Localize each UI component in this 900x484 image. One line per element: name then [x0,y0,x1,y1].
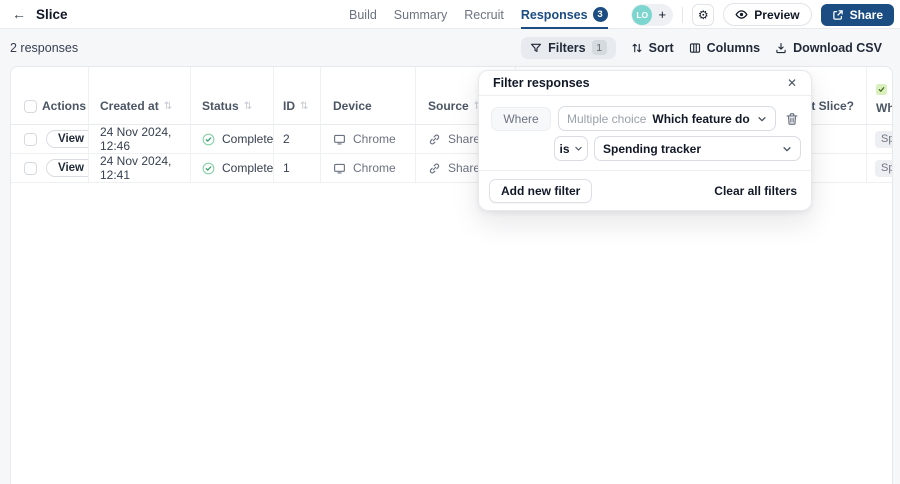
completed-check-icon [202,133,215,146]
download-icon [775,42,787,54]
collaborators-pill: LO + [631,3,674,26]
top-bar: ← Slice Build Summary Recruit Responses … [0,0,900,29]
divider [682,6,684,23]
clear-all-filters-button[interactable]: Clear all filters [714,184,797,198]
source-value: Share [448,161,481,175]
tab-recruit-label: Recruit [464,7,504,22]
preview-button[interactable]: Preview [723,3,812,26]
created-at-value: 24 Nov 2024, 12:41 [100,154,172,182]
status-value: Completed [222,161,274,175]
created-at-value: 24 Nov 2024, 12:46 [100,125,172,153]
monitor-icon [333,133,346,146]
responses-count-badge: 3 [592,7,608,22]
monitor-icon [333,162,346,175]
link-icon [428,133,441,146]
chevron-down-icon [757,114,767,124]
filters-button[interactable]: Filters 1 [521,36,616,59]
sort-label: Sort [648,40,674,55]
share-icon [832,9,844,21]
header-created-at[interactable]: Created at [100,99,159,113]
share-button[interactable]: Share [820,3,894,26]
header-id[interactable]: ID [283,99,295,113]
answer-badge: Spending tracker [875,130,892,148]
answer-badge: Spending tracker [875,159,892,177]
tab-summary-label: Summary [393,7,448,22]
download-csv-label: Download CSV [793,40,882,55]
close-icon[interactable]: ✕ [787,77,797,89]
device-value: Chrome [353,132,396,146]
add-new-filter-button[interactable]: Add new filter [489,178,593,203]
trash-icon[interactable] [785,112,799,126]
eye-icon [735,8,748,21]
multiple-choice-question-icon [876,84,887,95]
preview-label: Preview [754,7,800,22]
completed-check-icon [202,162,215,175]
header-question-which-feature: Which feature do you use mo... [876,101,892,115]
sort-button[interactable]: Sort [631,41,674,55]
tab-recruit[interactable]: Recruit [464,0,504,29]
row-checkbox[interactable] [24,161,37,175]
gear-icon: ⚙ [697,7,709,22]
filter-value-dropdown[interactable]: Spending tracker [594,136,801,161]
share-label: Share [849,7,883,22]
responses-toolbar: 2 responses Filters 1 Sort Columns Downl… [0,29,900,66]
tab-responses-label: Responses [520,7,588,22]
view-response-button[interactable]: View [46,130,88,148]
filter-value-label: Spending tracker [603,141,702,156]
sort-icon [631,42,643,54]
header-actions: Actions [42,99,87,113]
id-value: 2 [283,132,290,146]
back-icon[interactable]: ← [12,7,26,21]
chevron-down-icon [782,144,792,154]
row-checkbox[interactable] [24,132,37,146]
header-status[interactable]: Status [202,99,239,113]
id-value: 1 [283,161,290,175]
field-type-label: Multiple choice [567,111,647,126]
settings-button[interactable]: ⚙ [692,3,715,26]
tab-build[interactable]: Build [349,0,377,29]
source-value: Share [448,132,481,146]
device-value: Chrome [353,161,396,175]
where-label: Where [491,106,551,131]
select-all-checkbox[interactable] [24,99,37,113]
filter-operator-dropdown[interactable]: is [554,136,588,161]
sort-arrows-icon[interactable]: ⇅ [164,101,172,112]
status-value: Completed [222,132,274,146]
columns-label: Columns [706,40,761,55]
dialog-title: Filter responses [493,76,590,90]
responses-count-text: 2 responses [10,40,79,55]
sort-arrows-icon[interactable]: ⇅ [244,101,252,112]
chevron-down-icon [574,144,583,153]
field-question-label: Which feature do you use mo... [652,111,751,126]
main-nav: Build Summary Recruit Responses 3 [349,0,608,29]
filter-field-dropdown[interactable]: Multiple choice Which feature do you use… [558,106,776,131]
tab-build-label: Build [349,7,377,22]
link-icon [428,162,441,175]
filter-responses-dialog: Filter responses ✕ Where Multiple choice… [478,70,812,211]
header-source[interactable]: Source [428,99,469,113]
tab-responses[interactable]: Responses 3 [520,0,608,29]
funnel-icon [530,42,542,54]
operator-label: is [559,141,570,156]
tab-summary[interactable]: Summary [394,0,447,29]
columns-button[interactable]: Columns [689,41,760,55]
columns-icon [689,42,701,54]
add-collaborator-button[interactable]: + [652,5,672,25]
view-response-button[interactable]: View [46,159,88,177]
header-device: Device [333,99,372,113]
download-csv-button[interactable]: Download CSV [775,41,882,55]
filters-count-badge: 1 [591,40,607,55]
avatar[interactable]: LO [632,4,653,25]
app-title: Slice [36,6,68,22]
sort-arrows-icon[interactable]: ⇅ [300,101,308,112]
filters-label: Filters [548,40,586,55]
